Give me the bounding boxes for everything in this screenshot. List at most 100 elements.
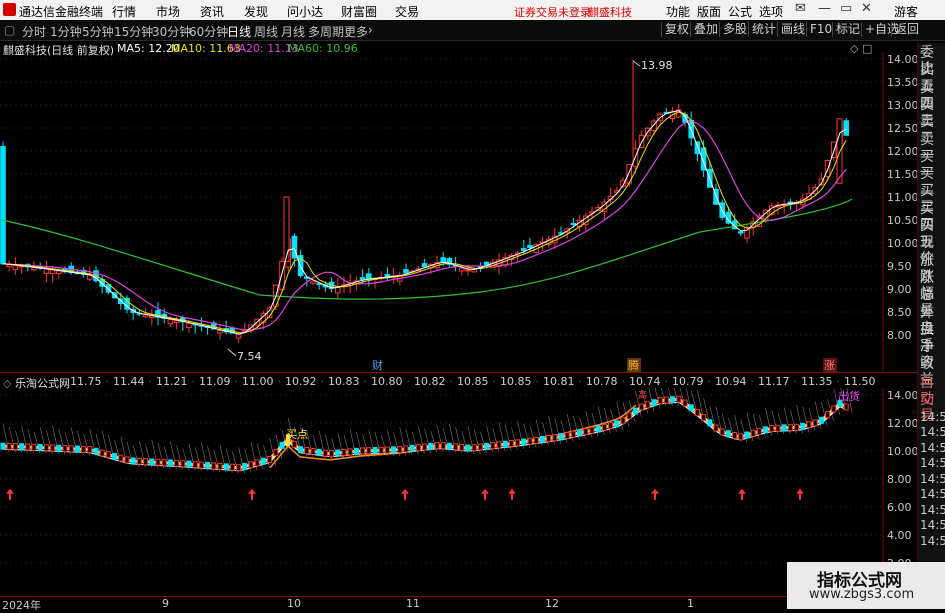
- tab-period-30min[interactable]: 30分钟: [152, 23, 191, 40]
- indicator-value-strip: 11.75 · 11.44 · 11.21 · 11.09 · 11.00 · 10.92 · 10.8…: [70, 375, 880, 388]
- btn-tongji[interactable]: 统计: [748, 22, 779, 37]
- low-marker: 7.54: [227, 348, 262, 363]
- side-item-time[interactable]: 14:56: [920, 440, 945, 456]
- y-tick: 10.00: [887, 237, 919, 250]
- value-separator: ·: [750, 375, 755, 388]
- y-tick: 9.00: [887, 283, 912, 296]
- main-candlestick-chart[interactable]: 13.98 7.54 财 腾 涨: [0, 52, 917, 372]
- indicator-candles: [0, 395, 849, 472]
- btn-f10[interactable]: F10: [806, 22, 835, 37]
- indicator-value: 11.17: [758, 375, 790, 388]
- x-axis: 2024年 9 10 11 12 1: [0, 596, 917, 612]
- side-item-time[interactable]: 14:56: [920, 502, 945, 518]
- x-tick: 12: [545, 597, 559, 610]
- tab-period-multi[interactable]: 多周期: [308, 23, 344, 40]
- high-marker: 13.98: [632, 59, 673, 72]
- menu-wenxiaoda[interactable]: 问小达: [287, 3, 323, 20]
- login-notice[interactable]: 证券交易未登录: [514, 4, 591, 20]
- btn-duogu[interactable]: 多股: [719, 22, 750, 37]
- value-separator: ·: [363, 375, 368, 388]
- y-tick: 13.00: [887, 99, 919, 112]
- indicator-value: 10.80: [371, 375, 403, 388]
- btn-huaxian[interactable]: 画线: [777, 22, 808, 37]
- candlesticks: [0, 59, 850, 344]
- menu-banmian[interactable]: 版面: [697, 3, 721, 20]
- indicator-value: 10.74: [629, 375, 661, 388]
- menu-caifuquan[interactable]: 财富圈: [341, 3, 377, 20]
- watermark: 指标公式网 www.zbgs3.com: [787, 562, 945, 609]
- value-separator: ·: [449, 375, 454, 388]
- x-tick: 10: [287, 597, 301, 610]
- side-item-time[interactable]: 14:56: [920, 533, 945, 549]
- tab-period-1min[interactable]: 1分钟: [50, 23, 82, 40]
- ind-y-tick: 14.00: [887, 389, 919, 402]
- ind-y-tick: 4.00: [887, 529, 912, 542]
- btn-biaoji[interactable]: 标记: [832, 22, 863, 37]
- tab-period-daily[interactable]: 日线: [227, 23, 251, 40]
- period-toolbar: ▢ 分时 1分钟 5分钟 15分钟 30分钟 60分钟 日线 周线 月线 多周期…: [0, 20, 945, 41]
- tab-period-fenshi[interactable]: 分时: [22, 23, 46, 40]
- indicator-orange-line: [269, 404, 637, 469]
- menu-faxian[interactable]: 发现: [244, 3, 268, 20]
- high-price-label: 13.98: [641, 59, 673, 72]
- btn-fanhui[interactable]: 返回: [891, 22, 922, 37]
- y-tick: 8.00: [887, 329, 912, 342]
- tab-period-monthly[interactable]: 月线: [281, 23, 305, 40]
- indicator-value: 11.44: [113, 375, 145, 388]
- y-tick: 13.50: [887, 76, 919, 89]
- value-separator: ·: [793, 375, 798, 388]
- tab-period-weekly[interactable]: 周线: [254, 23, 278, 40]
- restore-icon[interactable]: ▭: [840, 1, 852, 16]
- tab-period-60min[interactable]: 60分钟: [189, 23, 228, 40]
- user-label[interactable]: 游客: [894, 3, 918, 20]
- indicator-value: 11.09: [199, 375, 231, 388]
- menu-xuanxiang[interactable]: 选项: [759, 3, 783, 20]
- stock-name-title: 麒盛科技: [588, 6, 632, 19]
- side-item-time[interactable]: 14:56: [920, 424, 945, 440]
- indicator-value: 10.83: [328, 375, 360, 388]
- menu-gongshi[interactable]: 公式: [728, 3, 752, 20]
- chevron-right-icon[interactable]: ›: [368, 23, 373, 37]
- minimize-icon[interactable]: —: [818, 1, 831, 16]
- side-item-time[interactable]: 14:56: [920, 486, 945, 502]
- value-separator: ·: [234, 375, 239, 388]
- ind-y-tick: 8.00: [887, 473, 912, 486]
- y-tick: 14.00: [887, 53, 919, 66]
- ind-y-tick: 10.00: [887, 445, 919, 458]
- side-item-time[interactable]: 14:56: [920, 517, 945, 533]
- tab-period-15min[interactable]: 15分钟: [114, 23, 153, 40]
- menu-hangqing[interactable]: 行情: [112, 3, 136, 20]
- side-item-time[interactable]: 14:56: [920, 471, 945, 487]
- tab-period-5min[interactable]: 5分钟: [82, 23, 114, 40]
- panel-divider: [0, 372, 917, 373]
- indicator-value: 11.50: [844, 375, 876, 388]
- x-tick: 1: [687, 597, 694, 610]
- mail-icon[interactable]: ✉: [795, 1, 806, 16]
- indicator-value: 10.78: [586, 375, 618, 388]
- side-item-time[interactable]: 14:56: [920, 455, 945, 471]
- tab-period-more[interactable]: 更多: [344, 23, 368, 40]
- menu-zixun[interactable]: 资讯: [200, 3, 224, 20]
- menu-jiaoyi[interactable]: 交易: [395, 3, 419, 20]
- close-icon[interactable]: ✕: [861, 1, 872, 16]
- ind-y-tick: 12.00: [887, 417, 919, 430]
- y-tick: 11.50: [887, 168, 919, 181]
- watermark-url: www.zbgs3.com: [809, 587, 915, 602]
- low-price-label: 7.54: [237, 350, 262, 363]
- menu-shichang[interactable]: 市场: [156, 3, 180, 20]
- btn-diejia[interactable]: 叠加: [690, 22, 721, 37]
- indicator-value: 10.94: [715, 375, 747, 388]
- ind-y-tick: 6.00: [887, 501, 912, 514]
- indicator-value: 11.21: [156, 375, 188, 388]
- indicator-value: 10.92: [285, 375, 317, 388]
- indicator-chart[interactable]: 买点 出货 高: [0, 388, 917, 596]
- high-tag-label: 高: [638, 389, 647, 401]
- indicator-value: 10.82: [414, 375, 446, 388]
- value-separator: ·: [535, 375, 540, 388]
- btn-fuquan[interactable]: 复权: [661, 22, 692, 37]
- side-item-time[interactable]: 14:56: [920, 409, 945, 425]
- menu-gongneng[interactable]: 功能: [666, 3, 690, 20]
- event-label-cai: 财: [372, 358, 383, 372]
- value-separator: ·: [836, 375, 841, 388]
- toolbar-left-icon[interactable]: ▢: [4, 23, 15, 37]
